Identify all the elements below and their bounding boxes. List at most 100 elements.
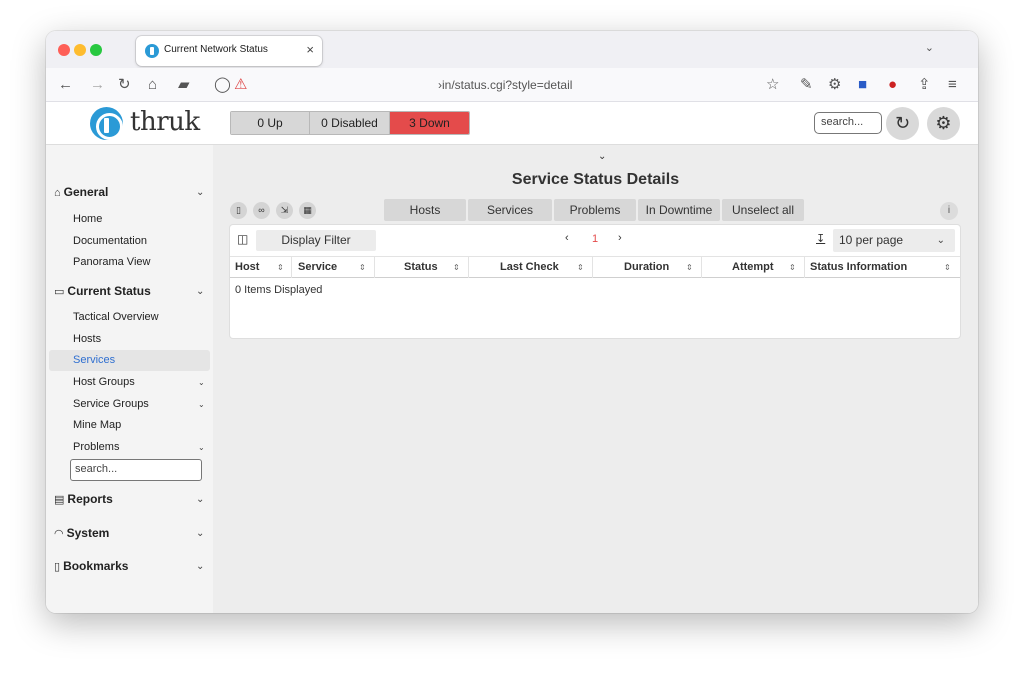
chevron-down-icon[interactable]: ⌄	[196, 561, 204, 572]
sort-icon[interactable]: ⇕	[789, 257, 796, 278]
per-page-select[interactable]: 10 per page ⌄	[833, 229, 955, 252]
refresh-icon: ↻	[894, 113, 911, 133]
prev-page-icon[interactable]: ‹	[565, 232, 569, 244]
thruk-logo-icon[interactable]	[90, 107, 123, 140]
chevron-down-icon: ⌄	[936, 235, 945, 246]
status-table-panel: ◫ Display Filter ‹ 1 › ↧ 10 per page ⌄ H…	[230, 225, 960, 338]
chevron-down-icon[interactable]: ⌄	[198, 443, 205, 452]
settings-button[interactable]: ⚙	[927, 107, 960, 140]
sort-icon[interactable]: ⇕	[686, 257, 693, 278]
sidebar-item-hosts[interactable]: Hosts	[73, 333, 101, 345]
sort-icon[interactable]: ⇕	[453, 257, 460, 278]
next-page-icon[interactable]: ›	[618, 232, 622, 244]
grid-icon[interactable]: ▦	[299, 202, 316, 219]
tracking-shield-icon[interactable]: ◯	[214, 77, 231, 92]
sidebar-item-host-groups[interactable]: Host Groups	[73, 376, 135, 388]
tab-title: Current Network Status	[164, 44, 268, 55]
sidebar: ⌂ General ⌄ Home Documentation Panorama V…	[46, 145, 213, 613]
column-host[interactable]: Host ⇕	[230, 257, 292, 278]
sidebar-item-documentation[interactable]: Documentation	[73, 235, 147, 247]
chevron-down-icon[interactable]: ⌄	[196, 528, 204, 539]
share-icon[interactable]: ⇪	[918, 77, 931, 92]
forward-icon[interactable]: →	[90, 77, 105, 92]
close-window-button[interactable]	[58, 44, 70, 56]
sidebar-item-tactical-overview[interactable]: Tactical Overview	[73, 311, 159, 323]
per-page-icon: ↧	[816, 233, 826, 245]
logo-text[interactable]: thruk	[130, 107, 200, 137]
sidebar-item-home[interactable]: Home	[73, 213, 102, 225]
sort-icon[interactable]: ⇕	[359, 257, 366, 278]
tab-list-icon[interactable]: ⌄	[925, 41, 934, 54]
column-status-information[interactable]: Status Information ⇕	[805, 257, 960, 278]
zoom-window-button[interactable]	[90, 44, 102, 56]
link-icon[interactable]: ∞	[253, 202, 270, 219]
filter-downtime-button[interactable]: In Downtime	[638, 199, 720, 221]
column-attempt[interactable]: Attempt ⇕	[702, 257, 805, 278]
chevron-down-icon[interactable]: ⌄	[196, 286, 204, 297]
minimize-window-button[interactable]	[74, 44, 86, 56]
sort-icon[interactable]: ⇕	[577, 257, 584, 278]
extension-blue-icon[interactable]: ■	[858, 77, 867, 92]
refresh-button[interactable]: ↻	[886, 107, 919, 140]
report-icon: ▤	[54, 494, 65, 506]
chevron-down-icon[interactable]: ⌄	[198, 400, 205, 409]
sidebar-search-input[interactable]: search...	[70, 459, 202, 481]
browser-tab[interactable]: Current Network Status ×	[136, 36, 322, 66]
chevron-down-icon[interactable]: ⌄	[196, 494, 204, 505]
bookmark-icon: ▯	[54, 561, 61, 573]
status-up-button[interactable]: 0 Up	[231, 112, 310, 134]
sidebar-item-service-groups[interactable]: Service Groups	[73, 398, 149, 410]
main-content: ⌄ Service Status Details ▯ ∞ ⇲ ▦ Hosts S…	[213, 145, 978, 613]
monitor-icon: ▭	[54, 286, 65, 298]
tab-close-icon[interactable]: ×	[306, 42, 314, 57]
header-search-input[interactable]: search...	[814, 112, 882, 134]
sidebar-item-problems[interactable]: Problems	[73, 441, 119, 453]
bookmark-icon[interactable]: ▯	[230, 202, 247, 219]
browser-toolbar: ← → ↻ ⌂ ▰ ◯ ⚠ ›in/status.cgi?style=detai…	[46, 68, 978, 102]
extension-icon[interactable]: ▰	[178, 77, 190, 92]
info-icon[interactable]: i	[940, 202, 958, 220]
current-page[interactable]: 1	[592, 233, 598, 245]
unselect-all-button[interactable]: Unselect all	[722, 199, 804, 221]
sidebar-section-system[interactable]: ◠ System	[54, 526, 109, 540]
sidebar-section-bookmarks[interactable]: ▯ Bookmarks	[54, 559, 128, 573]
export-icon[interactable]: ⇲	[276, 202, 293, 219]
wrench-icon[interactable]: ✎	[800, 77, 813, 92]
sort-icon[interactable]: ⇕	[277, 257, 284, 278]
app-header: thruk 0 Up 0 Disabled 3 Down search... ↻…	[46, 102, 978, 145]
url-field[interactable]: ›in/status.cgi?style=detail	[438, 78, 572, 92]
column-status[interactable]: Status ⇕	[375, 257, 469, 278]
sidebar-section-general[interactable]: ⌂ General	[54, 185, 108, 199]
column-service[interactable]: Service ⇕	[292, 257, 375, 278]
chevron-down-icon[interactable]: ⌄	[196, 187, 204, 198]
sidebar-section-reports[interactable]: ▤ Reports	[54, 492, 113, 506]
table-header: Host ⇕ Service ⇕ Status ⇕ Last Check ⇕ D…	[230, 256, 960, 278]
page-title: Service Status Details	[511, 171, 680, 188]
insecure-lock-icon[interactable]: ⚠	[234, 77, 247, 92]
ublock-icon[interactable]: ●	[888, 77, 897, 92]
reload-icon[interactable]: ↻	[118, 77, 131, 92]
columns-icon[interactable]: ◫	[237, 232, 248, 246]
sort-icon[interactable]: ⇕	[944, 257, 951, 278]
home-icon[interactable]: ⌂	[148, 77, 157, 92]
sidebar-item-services[interactable]: Services	[73, 354, 115, 366]
sidebar-section-current-status[interactable]: ▭ Current Status	[54, 284, 151, 298]
menu-icon[interactable]: ≡	[948, 77, 957, 92]
filter-hosts-button[interactable]: Hosts	[384, 199, 466, 221]
bookmark-star-icon[interactable]: ☆	[766, 77, 779, 92]
filter-services-button[interactable]: Services	[468, 199, 552, 221]
back-icon[interactable]: ←	[58, 77, 73, 92]
sidebar-item-panorama-view[interactable]: Panorama View	[73, 256, 150, 268]
status-disabled-button[interactable]: 0 Disabled	[310, 112, 390, 134]
column-last-check[interactable]: Last Check ⇕	[469, 257, 593, 278]
status-down-button[interactable]: 3 Down	[390, 112, 469, 134]
sidebar-item-mine-map[interactable]: Mine Map	[73, 419, 121, 431]
gear-icon[interactable]: ⚙	[828, 77, 841, 92]
chevron-down-icon[interactable]: ⌄	[198, 378, 205, 387]
chevron-down-icon[interactable]: ⌄	[598, 151, 606, 162]
display-filter-button[interactable]: Display Filter	[256, 230, 376, 251]
column-duration[interactable]: Duration ⇕	[593, 257, 702, 278]
filter-problems-button[interactable]: Problems	[554, 199, 636, 221]
browser-window: Current Network Status × ⌄ ← → ↻ ⌂ ▰ ◯ ⚠…	[46, 31, 978, 613]
thruk-favicon-icon	[145, 44, 159, 58]
